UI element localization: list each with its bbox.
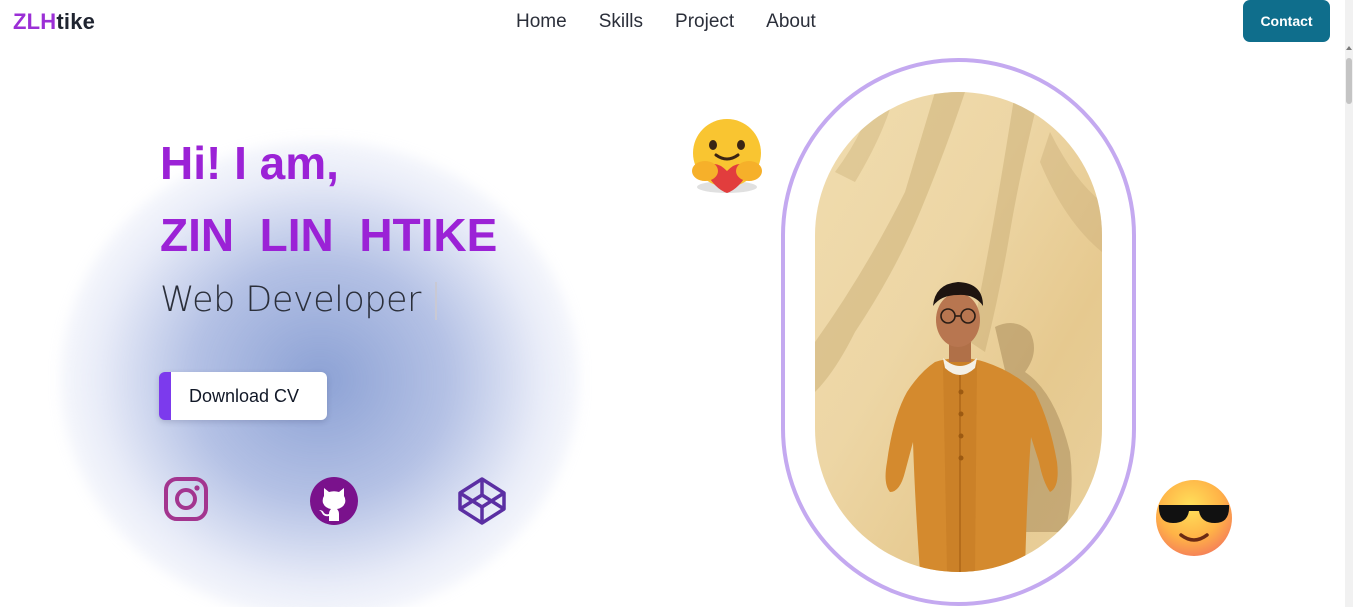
- hero-role-text: Web Developer: [160, 280, 421, 320]
- typing-cursor: [434, 282, 437, 320]
- logo-part-2: tike: [56, 9, 96, 34]
- hero-name: ZIN LIN HTIKE: [160, 209, 498, 261]
- instagram-icon[interactable]: [163, 476, 209, 527]
- hugging-face-icon: [683, 115, 771, 202]
- nav-links: Home Skills Project About: [500, 11, 848, 33]
- codepen-icon[interactable]: [457, 476, 507, 531]
- github-icon[interactable]: [309, 476, 359, 531]
- logo[interactable]: ZLHtike: [13, 9, 95, 35]
- contact-button[interactable]: Contact: [1243, 0, 1330, 42]
- sunglasses-face-icon: [1153, 477, 1235, 564]
- hero-role: Web Developer: [160, 280, 437, 320]
- profile-photo: [815, 92, 1102, 572]
- logo-part-1: ZLH: [13, 9, 57, 34]
- scrollbar[interactable]: [1345, 0, 1353, 607]
- nav-about[interactable]: About: [766, 11, 816, 33]
- nav-skills[interactable]: Skills: [599, 11, 643, 33]
- nav-project[interactable]: Project: [675, 11, 734, 33]
- scroll-up-arrow-icon[interactable]: [1346, 46, 1352, 50]
- navbar: ZLHtike Home Skills Project About Contac…: [0, 0, 1345, 45]
- scroll-thumb[interactable]: [1346, 58, 1352, 104]
- hero-text: Hi! I am, ZIN LIN HTIKE Web Developer: [160, 137, 497, 320]
- download-cv-button[interactable]: Download CV: [159, 372, 327, 420]
- nav-home[interactable]: Home: [516, 11, 567, 33]
- hero-greeting: Hi! I am,: [160, 137, 339, 189]
